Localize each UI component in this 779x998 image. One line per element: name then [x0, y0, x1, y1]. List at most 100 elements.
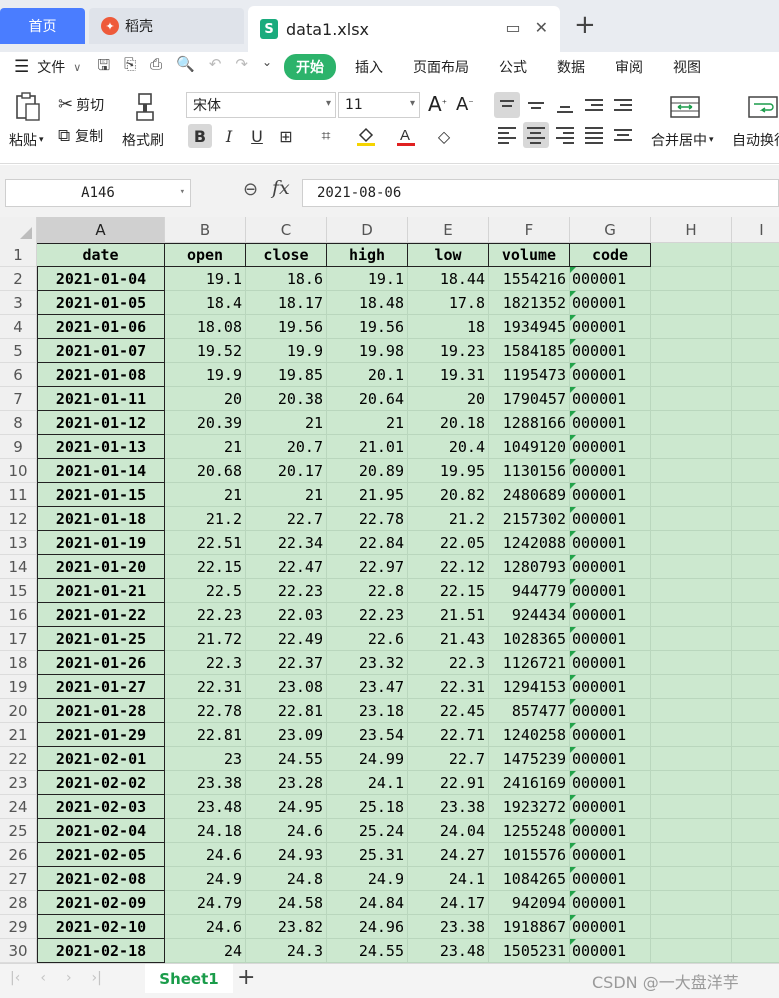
empty-cell[interactable] [651, 819, 732, 843]
table-cell[interactable]: 20.68 [165, 459, 246, 483]
print-preview-icon[interactable]: 🔍 [176, 55, 195, 80]
table-cell[interactable]: 000001 [570, 747, 651, 771]
chevron-down-icon[interactable]: ∨ [73, 61, 81, 74]
font-size-select[interactable]: 11 ▾ [338, 92, 420, 118]
table-cell[interactable]: 20.39 [165, 411, 246, 435]
decrease-indent-icon[interactable] [581, 92, 607, 118]
table-cell[interactable]: 1821352 [489, 291, 570, 315]
empty-cell[interactable] [732, 315, 779, 339]
table-cell[interactable]: 000001 [570, 891, 651, 915]
table-cell[interactable]: 2021-02-10 [37, 915, 165, 939]
table-cell[interactable]: 19.9 [165, 363, 246, 387]
table-cell[interactable]: 22.47 [246, 555, 327, 579]
table-cell[interactable]: 23.09 [246, 723, 327, 747]
table-cell[interactable]: 2021-01-04 [37, 267, 165, 291]
table-cell[interactable]: 22.31 [408, 675, 489, 699]
table-cell[interactable]: 21 [246, 483, 327, 507]
table-cell[interactable]: 24.79 [165, 891, 246, 915]
table-cell[interactable]: 000001 [570, 795, 651, 819]
table-cell[interactable]: 20.7 [246, 435, 327, 459]
table-cell[interactable]: 24.27 [408, 843, 489, 867]
table-cell[interactable]: 20.18 [408, 411, 489, 435]
table-cell[interactable]: 22.23 [165, 603, 246, 627]
tab-data1-xlsx[interactable]: S data1.xlsx ▭ ✕ [248, 6, 560, 52]
table-cell[interactable]: 24.3 [246, 939, 327, 963]
cell-style-icon[interactable]: ⌗ [314, 124, 338, 148]
table-cell[interactable]: 23.18 [327, 699, 408, 723]
underline-icon[interactable]: U [245, 124, 269, 148]
empty-cell[interactable] [651, 363, 732, 387]
table-cell[interactable]: 23.38 [408, 795, 489, 819]
table-cell[interactable]: 22.31 [165, 675, 246, 699]
row-header[interactable]: 1 [0, 243, 37, 267]
row-header[interactable]: 10 [0, 459, 37, 483]
table-cell[interactable]: 924434 [489, 603, 570, 627]
table-cell[interactable]: 2021-02-02 [37, 771, 165, 795]
table-cell[interactable]: 000001 [570, 603, 651, 627]
table-cell[interactable]: 21.2 [408, 507, 489, 531]
empty-cell[interactable] [732, 843, 779, 867]
name-box[interactable]: A146 ▾ [5, 179, 191, 207]
file-menu[interactable]: 文件 [37, 57, 65, 77]
table-cell[interactable]: 2021-01-20 [37, 555, 165, 579]
row-header[interactable]: 4 [0, 315, 37, 339]
table-cell[interactable]: 2021-02-04 [37, 819, 165, 843]
row-header[interactable]: 13 [0, 531, 37, 555]
table-cell[interactable]: 20.17 [246, 459, 327, 483]
table-cell[interactable]: 000001 [570, 939, 651, 963]
menu-tab-insert[interactable]: 插入 [340, 57, 398, 77]
header-cell-date[interactable]: date [37, 243, 165, 267]
row-header[interactable]: 14 [0, 555, 37, 579]
empty-cell[interactable] [732, 603, 779, 627]
column-header-d[interactable]: D [327, 217, 408, 243]
table-cell[interactable]: 2021-01-15 [37, 483, 165, 507]
row-header[interactable]: 17 [0, 627, 37, 651]
sheet-tab-sheet1[interactable]: Sheet1 [145, 964, 233, 993]
table-cell[interactable]: 20 [408, 387, 489, 411]
empty-cell[interactable] [732, 339, 779, 363]
table-cell[interactable]: 000001 [570, 435, 651, 459]
table-cell[interactable]: 2480689 [489, 483, 570, 507]
row-header[interactable]: 20 [0, 699, 37, 723]
header-cell-volume[interactable]: volume [489, 243, 570, 267]
table-cell[interactable]: 000001 [570, 483, 651, 507]
table-cell[interactable]: 24.1 [327, 771, 408, 795]
table-cell[interactable]: 22.84 [327, 531, 408, 555]
next-sheet-icon[interactable]: › [66, 970, 72, 986]
table-cell[interactable]: 22.81 [165, 723, 246, 747]
table-cell[interactable]: 19.1 [327, 267, 408, 291]
empty-cell[interactable] [651, 507, 732, 531]
column-header-a[interactable]: A [37, 217, 165, 243]
table-cell[interactable]: 24.1 [408, 867, 489, 891]
window-restore-icon[interactable]: ▭ [505, 18, 520, 37]
menu-tab-data[interactable]: 数据 [542, 57, 600, 77]
table-cell[interactable]: 2021-01-06 [37, 315, 165, 339]
last-sheet-icon[interactable]: ›| [92, 970, 102, 986]
table-cell[interactable]: 21.95 [327, 483, 408, 507]
empty-cell[interactable] [651, 723, 732, 747]
table-cell[interactable]: 21 [165, 435, 246, 459]
table-cell[interactable]: 1255248 [489, 819, 570, 843]
table-cell[interactable]: 2021-01-12 [37, 411, 165, 435]
empty-cell[interactable] [732, 891, 779, 915]
table-cell[interactable]: 000001 [570, 723, 651, 747]
table-cell[interactable]: 21 [165, 483, 246, 507]
table-cell[interactable]: 24.6 [246, 819, 327, 843]
justify-icon[interactable] [581, 122, 607, 148]
empty-cell[interactable] [651, 267, 732, 291]
table-cell[interactable]: 1015576 [489, 843, 570, 867]
table-cell[interactable]: 23.54 [327, 723, 408, 747]
table-cell[interactable]: 1280793 [489, 555, 570, 579]
empty-cell[interactable] [651, 867, 732, 891]
merge-center-icon[interactable] [670, 94, 700, 120]
header-cell-open[interactable]: open [165, 243, 246, 267]
row-header[interactable]: 3 [0, 291, 37, 315]
table-cell[interactable]: 000001 [570, 507, 651, 531]
tab-home[interactable]: 首页 [0, 8, 85, 44]
row-header[interactable]: 21 [0, 723, 37, 747]
table-cell[interactable]: 1554216 [489, 267, 570, 291]
empty-cell[interactable] [732, 819, 779, 843]
table-cell[interactable]: 23.47 [327, 675, 408, 699]
table-cell[interactable]: 1505231 [489, 939, 570, 963]
menu-tab-review[interactable]: 审阅 [600, 57, 658, 77]
